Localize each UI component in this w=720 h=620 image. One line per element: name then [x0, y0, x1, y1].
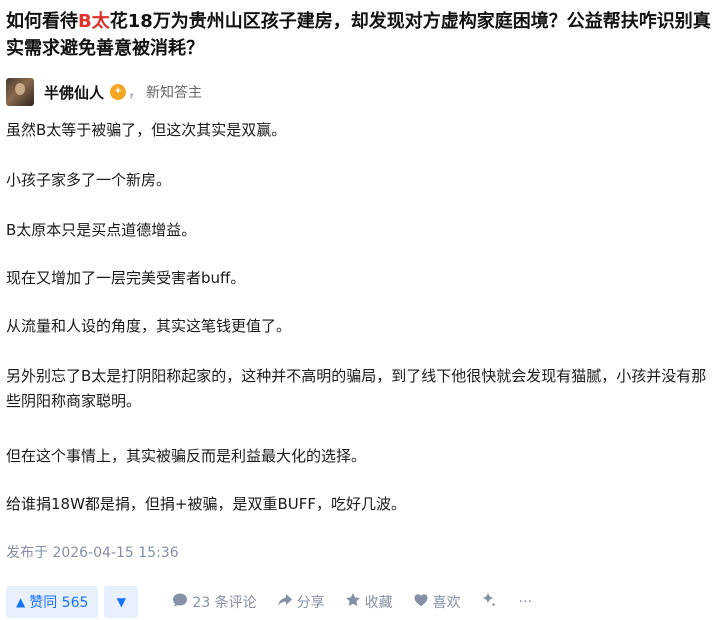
- upvote-arrow-icon: ▲: [16, 595, 26, 609]
- comment-bubble-icon: [172, 592, 188, 612]
- author-separator: ，: [128, 85, 143, 101]
- answer-paragraph: 虽然B太等于被骗了，但这次其实是双赢。: [6, 121, 287, 139]
- action-bar: ▲ 赞同 565 ▼ 23 条评论 分享 收藏 喜欢 ···: [6, 586, 720, 618]
- comment-button[interactable]: 23 条评论: [172, 592, 257, 612]
- publish-time[interactable]: 发布于 2026-04-15 15:36: [6, 542, 179, 562]
- title-suffix: 花18万为贵州山区孩子建房，却发现对方虚构家庭困境？公益帮扶咋识别真实需求避免善…: [6, 11, 711, 59]
- like-button[interactable]: 喜欢: [413, 592, 461, 612]
- ai-sparkle-button[interactable]: [479, 591, 501, 613]
- star-icon: [345, 592, 361, 612]
- title-highlight: B太: [78, 11, 110, 32]
- author-description: 新知答主: [146, 85, 203, 101]
- question-title[interactable]: 如何看待B太花18万为贵州山区孩子建房，却发现对方虚构家庭困境？公益帮扶咋识别真…: [6, 8, 712, 62]
- answer-paragraph: 现在又增加了一层完美受害者buff。: [6, 269, 246, 287]
- downvote-button[interactable]: ▼: [104, 586, 139, 618]
- upvote-label: 赞同 565: [29, 595, 89, 611]
- answer-paragraph: 给谁捐18W都是捐，但捐+被骗，是双重BUFF，吃好几波。: [6, 495, 407, 513]
- answer-paragraph: B太原本只是买点道德增益。: [6, 221, 197, 239]
- sparkle-icon: [479, 591, 497, 613]
- share-arrow-icon: [277, 592, 293, 612]
- verified-badge-icon: ✦: [110, 84, 127, 100]
- answer-paragraph: 另外别忘了B太是打阴阳称起家的，这种并不高明的骗局，到了线下他很快就会发现有猫腻…: [6, 367, 707, 410]
- answer-paragraph: 小孩子家多了一个新房。: [6, 171, 172, 189]
- heart-icon: [413, 592, 429, 612]
- avatar[interactable]: [6, 78, 34, 106]
- more-button[interactable]: ···: [519, 594, 532, 610]
- author-info: 半佛仙人 ✦ ， 新知答主: [6, 78, 202, 106]
- share-label: 分享: [296, 595, 325, 611]
- answer-paragraph: 从流量和人设的角度，其实这笔钱更值了。: [6, 317, 292, 335]
- title-prefix: 如何看待: [6, 11, 78, 32]
- like-label: 喜欢: [432, 595, 461, 611]
- answer-paragraph: 但在这个事情上，其实被骗反而是利益最大化的选择。: [6, 447, 367, 465]
- share-button[interactable]: 分享: [277, 592, 325, 612]
- favorite-label: 收藏: [364, 595, 393, 611]
- more-dots-icon: ···: [518, 594, 533, 610]
- downvote-arrow-icon: ▼: [116, 595, 127, 609]
- upvote-button[interactable]: ▲ 赞同 565: [6, 586, 99, 618]
- favorite-button[interactable]: 收藏: [345, 592, 393, 612]
- comment-label: 23 条评论: [192, 595, 257, 611]
- author-name[interactable]: 半佛仙人: [44, 82, 104, 103]
